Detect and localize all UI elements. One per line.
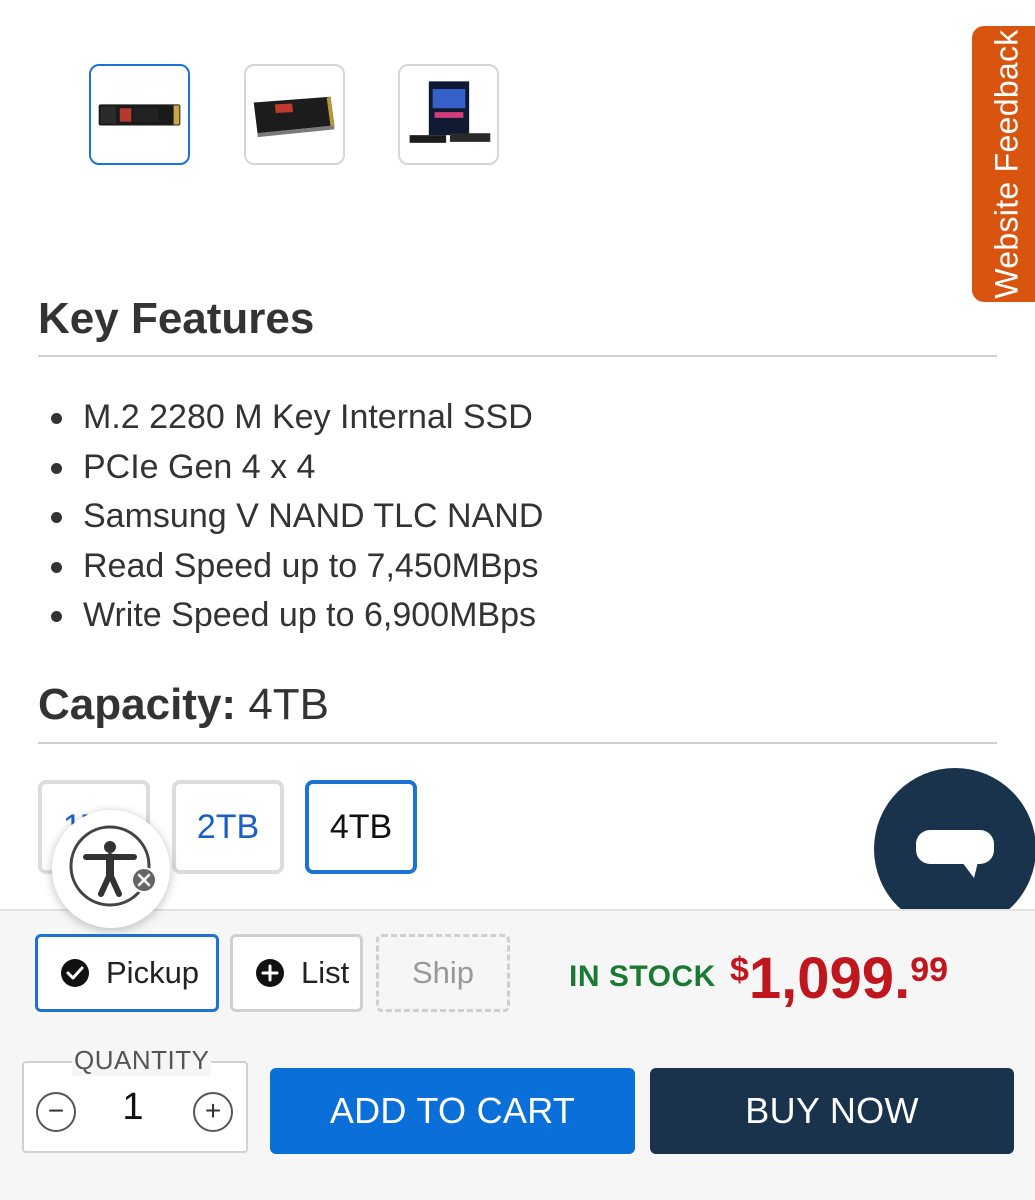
capacity-option-2tb[interactable]: 2TB	[172, 780, 284, 874]
capacity-option-label: 2TB	[196, 807, 260, 846]
key-features-heading: Key Features	[38, 294, 315, 343]
check-circle-icon	[61, 959, 89, 987]
product-price: $1,099.99	[730, 945, 948, 1012]
ssd-angled-view-image	[253, 96, 335, 138]
pickup-option-button[interactable]: Pickup	[35, 934, 219, 1012]
quantity-label: QUANTITY	[72, 1045, 212, 1076]
add-to-cart-button[interactable]: ADD TO CART	[270, 1068, 635, 1154]
feature-item: M.2 2280 M Key Internal SSD	[38, 393, 543, 443]
ship-option-button[interactable]: Ship	[376, 934, 510, 1012]
chat-bubble-icon	[916, 830, 994, 878]
thumbnail-ssd-top-view[interactable]	[89, 64, 190, 165]
price-cents: 99	[910, 951, 949, 989]
feature-item: Write Speed up to 6,900MBps	[38, 591, 543, 641]
thumbnail-ssd-angled-view[interactable]	[244, 64, 345, 165]
capacity-divider	[38, 742, 997, 744]
capacity-selected-value: 4TB	[248, 680, 330, 729]
feature-item: Samsung V NAND TLC NAND	[38, 492, 543, 542]
ship-label: Ship	[411, 955, 475, 990]
quantity-increase-button[interactable]: +	[193, 1092, 233, 1132]
pickup-label: Pickup	[106, 955, 200, 990]
key-features-list: M.2 2280 M Key Internal SSD PCIe Gen 4 x…	[38, 393, 543, 641]
capacity-option-label: 4TB	[329, 807, 393, 846]
buy-now-button[interactable]: BUY NOW	[650, 1068, 1014, 1154]
key-features-divider	[38, 355, 997, 357]
add-to-cart-label: ADD TO CART	[329, 1090, 576, 1131]
plus-circle-icon	[256, 959, 284, 987]
stock-status: IN STOCK	[569, 960, 716, 993]
quantity-decrease-button[interactable]: −	[36, 1092, 76, 1132]
capacity-heading: Capacity: 4TB	[38, 680, 329, 730]
price-currency: $	[730, 951, 749, 989]
close-icon[interactable]	[52, 810, 170, 928]
ssd-top-view-image	[98, 104, 181, 126]
accessibility-button[interactable]	[52, 810, 170, 928]
quantity-input[interactable]: 1	[108, 1086, 158, 1129]
capacity-label: Capacity:	[38, 680, 237, 729]
website-feedback-label: Website Feedback	[988, 29, 1025, 299]
chat-widget-button[interactable]	[874, 768, 1035, 930]
add-to-list-button[interactable]: List	[230, 934, 363, 1012]
website-feedback-tab[interactable]: Website Feedback	[972, 26, 1035, 302]
price-dollars: 1,099.	[748, 946, 911, 1011]
ssd-packaging-image	[409, 81, 491, 143]
feature-item: PCIe Gen 4 x 4	[38, 443, 543, 493]
capacity-option-4tb[interactable]: 4TB	[305, 780, 417, 874]
feature-item: Read Speed up to 7,450MBps	[38, 542, 543, 592]
buy-now-label: BUY NOW	[745, 1090, 919, 1131]
thumbnail-ssd-packaging[interactable]	[398, 64, 499, 165]
list-label: List	[301, 955, 350, 990]
